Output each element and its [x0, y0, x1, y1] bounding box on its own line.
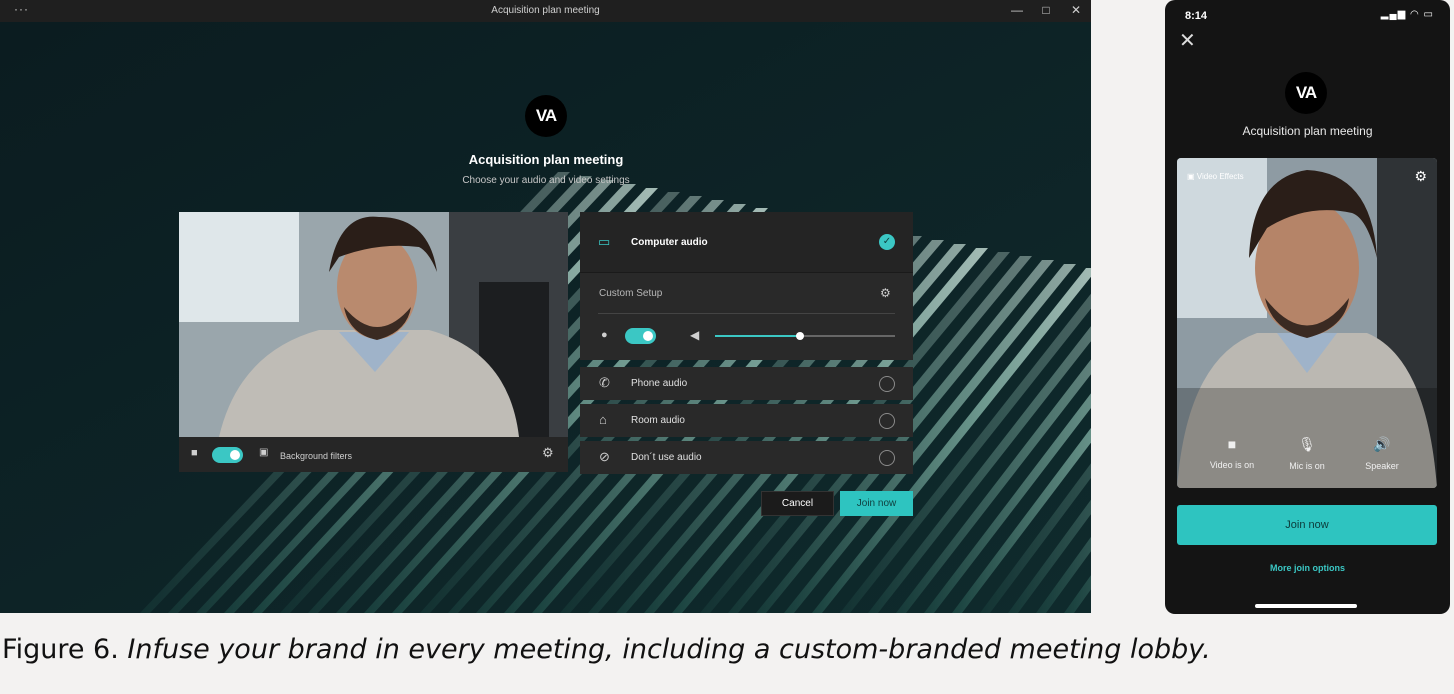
phone-audio-label: Phone audio	[631, 378, 688, 389]
speaker-icon: 🔊	[1373, 436, 1391, 452]
desktop-meeting-window: ··· Acquisition plan meeting — □ ✕ VA Ac…	[0, 0, 1091, 613]
mic-toggle[interactable]	[625, 328, 656, 344]
volume-knob[interactable]	[795, 332, 804, 340]
camera-icon: ■	[1227, 436, 1237, 452]
mic-icon: ●	[601, 329, 608, 341]
volume-fill	[715, 335, 800, 337]
video-status-label: Video is on	[1209, 460, 1255, 470]
close-icon[interactable]: ✕	[1069, 3, 1083, 17]
audio-settings-gear-icon[interactable]: ⚙	[880, 286, 891, 300]
phone-icon: ✆	[599, 375, 610, 390]
room-audio-label: Room audio	[631, 415, 685, 426]
camera-icon: ■	[191, 447, 198, 459]
audio-settings-panel: ▭ Computer audio ✓ Custom Setup ⚙ ● ◀	[580, 212, 913, 360]
settings-gear-icon[interactable]: ⚙	[1414, 168, 1427, 185]
room-audio-radio[interactable]	[879, 413, 895, 429]
video-controls-bar: ■ ▣ Background filters ⚙	[179, 437, 568, 472]
video-effects-button[interactable]: ▣ Video Effects	[1187, 172, 1244, 181]
brand-logo: VA	[525, 95, 567, 137]
meeting-title: Acquisition plan meeting	[1242, 124, 1373, 138]
custom-setup-label: Custom Setup	[599, 288, 663, 299]
mic-status-label: Mic is on	[1289, 461, 1325, 471]
figure-caption: Figure 6. Infuse your brand in every mee…	[2, 634, 1211, 665]
computer-audio-label: Computer audio	[631, 237, 708, 248]
background-filters-icon[interactable]: ▣	[259, 447, 268, 458]
video-effects-label: Video Effects	[1196, 172, 1244, 181]
divider	[598, 313, 895, 314]
no-audio-icon: ⊘	[599, 449, 610, 464]
close-icon[interactable]: ✕	[1179, 28, 1196, 53]
minimize-icon[interactable]: —	[1010, 3, 1024, 17]
no-audio-option[interactable]: ⊘ Don´t use audio	[580, 441, 913, 474]
no-audio-label: Don´t use audio	[631, 452, 702, 463]
window-title: Acquisition plan meeting	[491, 5, 600, 16]
cancel-button[interactable]: Cancel	[761, 491, 834, 516]
phone-audio-option[interactable]: ✆ Phone audio	[580, 367, 913, 400]
mic-toggle-control[interactable]: 🎙 Mic is on	[1272, 436, 1342, 471]
video-toggle-control[interactable]: ■ Video is on	[1197, 436, 1267, 470]
caption-prefix: Figure 6.	[2, 634, 128, 665]
no-audio-radio[interactable]	[879, 450, 895, 466]
maximize-icon[interactable]: □	[1039, 3, 1053, 17]
self-video-preview: ▣ Video Effects ⚙ ■ Video is on 🎙 Mic is…	[1177, 158, 1437, 488]
join-now-button[interactable]: Join now	[1177, 505, 1437, 545]
background-filters-label[interactable]: Background filters	[280, 451, 352, 461]
meeting-title: Acquisition plan meeting	[468, 152, 624, 167]
status-icons: ▂▄▆ ◠ ▭	[1380, 9, 1434, 20]
brand-logo: VA	[1285, 72, 1327, 114]
selected-check-icon: ✓	[879, 234, 895, 250]
status-time: 8:14	[1185, 10, 1208, 22]
speaker-label: Speaker	[1365, 461, 1399, 471]
monitor-icon: ▭	[598, 234, 611, 249]
home-indicator	[1255, 604, 1357, 608]
volume-slider[interactable]	[715, 332, 895, 340]
speaker-control[interactable]: 🔊 Speaker	[1347, 436, 1417, 471]
phone-audio-radio[interactable]	[879, 376, 895, 392]
camera-toggle[interactable]	[212, 447, 243, 463]
mic-icon: 🎙	[1298, 436, 1316, 452]
speaker-icon: ◀	[690, 328, 700, 342]
computer-audio-option[interactable]: ▭ Computer audio ✓	[580, 212, 913, 273]
mobile-meeting-lobby: 8:14 ▂▄▆ ◠ ▭ ✕ VA Acquisition plan meeti…	[1165, 0, 1450, 614]
video-effects-icon: ▣	[1187, 172, 1197, 181]
more-join-options-link[interactable]: More join options	[1165, 563, 1450, 573]
self-video-preview	[179, 212, 568, 437]
meeting-subtitle: Choose your audio and video settings	[462, 175, 630, 186]
caption-text: Infuse your brand in every meeting, incl…	[127, 634, 1211, 665]
room-audio-option[interactable]: ⌂ Room audio	[580, 404, 913, 437]
room-icon: ⌂	[599, 412, 607, 427]
join-now-button[interactable]: Join now	[840, 491, 913, 516]
video-settings-gear-icon[interactable]: ⚙	[542, 445, 554, 461]
title-bar: ··· Acquisition plan meeting — □ ✕	[0, 0, 1091, 22]
